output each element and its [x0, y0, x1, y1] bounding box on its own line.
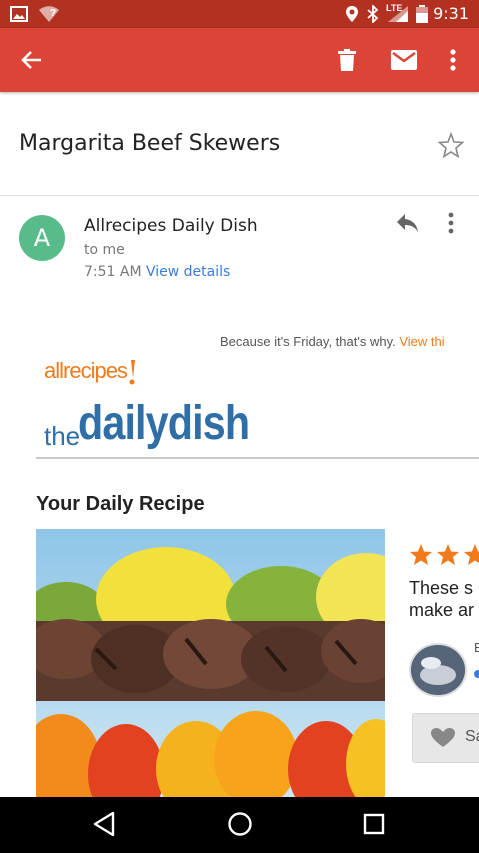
sender-avatar[interactable]: A [19, 215, 65, 261]
save-button[interactable]: Sa [412, 713, 479, 763]
email-time: 7:51 AM [84, 264, 142, 280]
delete-icon[interactable] [331, 44, 363, 76]
gallery-icon [10, 0, 28, 28]
author-initial: E [474, 640, 479, 655]
preheader: Because it's Friday, that's why. View th… [220, 334, 445, 349]
rating-star-icon [464, 544, 479, 565]
recipe-description: These s make ar [409, 577, 474, 621]
status-time: 9:31 [433, 4, 469, 23]
location-icon [345, 0, 359, 28]
bluetooth-icon [367, 0, 379, 28]
rating-star-icon [437, 544, 459, 565]
recipient-label: to me [84, 242, 125, 258]
network-label: LTE [386, 3, 403, 13]
wifi-unknown-label: ? [50, 8, 57, 19]
message-more-icon[interactable] [448, 212, 454, 239]
section-title: Your Daily Recipe [36, 493, 205, 515]
app-bar [0, 28, 479, 92]
dailydish-logo: dailydish [78, 397, 250, 450]
preheader-view-link[interactable]: View thi [399, 334, 444, 349]
author-link-dot[interactable] [474, 670, 479, 678]
recipe-description-line-1: These s [409, 578, 474, 598]
home-circle-icon[interactable] [227, 811, 253, 842]
recents-square-icon[interactable] [363, 811, 385, 842]
wifi-icon: ? [38, 0, 60, 28]
more-vert-icon[interactable] [437, 44, 469, 76]
subject-divider [0, 195, 479, 196]
allrecipes-logo: allrecipes [44, 358, 128, 383]
status-bar: ? LTE 9:31 [0, 0, 479, 28]
star-icon[interactable] [437, 131, 465, 163]
mail-icon[interactable] [388, 44, 420, 76]
signal-icon: LTE [386, 0, 410, 28]
nav-bar [0, 797, 479, 853]
rating-star-icon [410, 544, 432, 565]
reply-icon[interactable] [396, 212, 420, 239]
header-rule [36, 457, 479, 459]
rating-stars [409, 543, 479, 572]
logo-the-text: the [44, 421, 81, 451]
view-details-link[interactable]: View details [146, 264, 230, 280]
email-time-row: 7:51 AM View details [84, 264, 230, 280]
back-triangle-icon[interactable] [93, 811, 115, 842]
battery-icon [416, 0, 428, 28]
preheader-text: Because it's Friday, that's why. [220, 334, 396, 349]
email-subject: Margarita Beef Skewers [19, 131, 281, 156]
recipe-photo[interactable] [36, 529, 385, 797]
author-avatar[interactable] [409, 643, 467, 697]
heart-icon [431, 728, 455, 753]
recipe-description-line-2: make ar [409, 600, 475, 620]
logo-exclamation-icon [129, 360, 135, 385]
sender-name: Allrecipes Daily Dish [84, 216, 258, 236]
save-button-label: Sa [465, 728, 479, 745]
back-arrow-icon[interactable] [16, 44, 48, 76]
